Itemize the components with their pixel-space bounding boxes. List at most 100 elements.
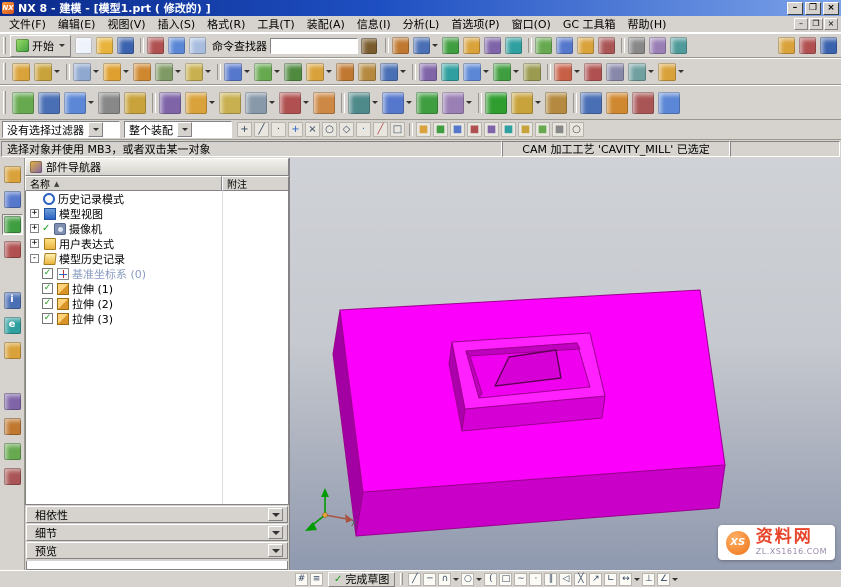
orient-view-icon[interactable] (380, 90, 414, 116)
fit-window-icon[interactable] (36, 90, 62, 116)
offset-curve-icon[interactable]: ∥ (543, 572, 558, 587)
fillet-icon[interactable]: ( (483, 572, 498, 587)
trim-body-icon[interactable] (378, 61, 408, 83)
rapid-dimension-icon[interactable]: ↔ (618, 572, 641, 587)
shaded-icon[interactable] (217, 90, 243, 116)
tree-item-extrude-2[interactable]: ✓ 拉伸 (2) (26, 296, 288, 311)
layout-icon[interactable] (440, 90, 474, 116)
sketch-in-task-icon[interactable] (32, 61, 62, 83)
object-display-icon[interactable] (596, 35, 617, 56)
new-file-icon[interactable] (73, 35, 94, 56)
window-cascade-icon[interactable] (411, 35, 440, 56)
display-part-icon[interactable] (440, 35, 461, 56)
constraint-navigator-icon[interactable] (2, 189, 23, 210)
control-point-icon[interactable]: + (287, 121, 304, 138)
suppress-checkbox[interactable]: ✓ (42, 283, 53, 294)
datum-plane-icon[interactable] (71, 61, 101, 83)
section-view-icon[interactable] (346, 90, 380, 116)
pattern-feature-icon[interactable] (222, 61, 252, 83)
shell-icon[interactable] (356, 61, 378, 83)
object-info-icon[interactable] (656, 90, 682, 116)
panel-dependencies[interactable]: 相依性 (26, 506, 288, 523)
collapse-chevron-icon[interactable] (268, 526, 283, 539)
column-header-note[interactable]: 附注 (222, 176, 289, 191)
expander-icon[interactable]: - (30, 254, 39, 263)
offset-surface-icon[interactable] (439, 61, 461, 83)
menu-gc-toolbox[interactable]: GC 工具箱 (557, 15, 622, 33)
save-icon[interactable] (115, 35, 136, 56)
profile-icon[interactable]: ╱ (407, 572, 422, 587)
body-rule-icon[interactable]: ■ (483, 121, 500, 138)
perspective-icon[interactable] (157, 90, 183, 116)
point-on-surface-icon[interactable]: □ (389, 121, 406, 138)
movie-record-icon[interactable] (797, 35, 818, 56)
draft-icon[interactable] (417, 61, 439, 83)
quick-extend-icon[interactable]: ↗ (588, 572, 603, 587)
menu-help[interactable]: 帮助(H) (622, 15, 673, 33)
assembly-constraints-icon[interactable] (578, 90, 604, 116)
menu-analysis[interactable]: 分析(L) (397, 15, 446, 33)
layer-settings-icon[interactable] (533, 35, 554, 56)
expander-icon[interactable]: + (30, 239, 39, 248)
child-window-button[interactable]: – (794, 18, 808, 30)
refresh-icon[interactable] (10, 90, 36, 116)
face-analysis-icon[interactable] (311, 90, 337, 116)
suppress-checkbox[interactable]: ✓ (42, 298, 53, 309)
feature-rule-icon[interactable]: ■ (517, 121, 534, 138)
pan-icon[interactable] (96, 90, 122, 116)
suppress-checkbox[interactable]: ✓ (42, 313, 53, 324)
hd3d-tool-icon[interactable]: i (2, 290, 23, 311)
graphics-viewport[interactable]: X XS 资料网 ZL.XS1616.COM (290, 158, 841, 570)
tree-item-cameras[interactable]: + ✓ 摄像机 (26, 221, 288, 236)
reuse-library-icon[interactable] (2, 239, 23, 260)
replace-face-icon[interactable] (604, 61, 626, 83)
tree-item-model-views[interactable]: + 模型视图 (26, 206, 288, 221)
roles-icon[interactable] (2, 441, 23, 462)
process-studio-icon[interactable] (2, 391, 23, 412)
view-in-layer-icon[interactable] (554, 35, 575, 56)
change-window-icon[interactable] (482, 35, 503, 56)
measure-distance-icon[interactable] (509, 90, 543, 116)
wcs-dynamics-icon[interactable] (575, 35, 596, 56)
maximize-button[interactable]: ❐ (805, 2, 821, 15)
new-window-icon[interactable] (503, 35, 524, 56)
point-on-curve-icon[interactable]: ╱ (372, 121, 389, 138)
part-navigator-icon[interactable] (2, 214, 23, 235)
selection-filter-dropdown[interactable]: 没有选择过滤器 (2, 121, 120, 138)
menu-format[interactable]: 格式(R) (201, 15, 251, 33)
sketch-grid-icon[interactable]: # (294, 572, 309, 587)
show-constraints-icon[interactable]: ∠ (656, 572, 679, 587)
interpart-link-icon[interactable] (668, 35, 689, 56)
menu-window[interactable]: 窗口(O) (506, 15, 557, 33)
mid-point-icon[interactable]: · (270, 121, 287, 138)
finish-sketch-button[interactable]: ✓ 完成草图 (328, 572, 395, 587)
tree-item-datum-csys[interactable]: ✓ 基准坐标系 (0) (26, 266, 288, 281)
geometric-constraints-icon[interactable]: ⊥ (641, 572, 656, 587)
chevron-down-icon[interactable] (177, 122, 192, 137)
snapshot-icon[interactable] (414, 90, 440, 116)
block-icon[interactable] (183, 61, 213, 83)
sketch-icon[interactable] (10, 61, 32, 83)
system-scenes-icon[interactable] (2, 466, 23, 487)
resize-face-icon[interactable] (626, 61, 656, 83)
move-component-icon[interactable] (604, 90, 630, 116)
graphics-window[interactable]: X (290, 158, 841, 570)
column-header-name[interactable]: 名称 ▲ (25, 176, 222, 191)
immediate-hide-icon[interactable] (647, 35, 668, 56)
chamfer-icon[interactable] (334, 61, 356, 83)
menu-insert[interactable]: 插入(S) (152, 15, 202, 33)
subtract-icon[interactable] (282, 61, 304, 83)
suppress-checkbox[interactable]: ✓ (42, 268, 53, 279)
collapse-chevron-icon[interactable] (268, 508, 283, 521)
touch-mode-icon[interactable] (390, 35, 411, 56)
menu-file[interactable]: 文件(F) (3, 15, 52, 33)
menu-view[interactable]: 视图(V) (101, 15, 151, 33)
apply-check-icon[interactable] (483, 90, 509, 116)
close-button[interactable]: × (823, 2, 839, 15)
wireframe-icon[interactable] (243, 90, 277, 116)
existing-point-icon[interactable]: · (355, 121, 372, 138)
studio-spline-icon[interactable]: ~ (513, 572, 528, 587)
plot-icon[interactable] (145, 35, 166, 56)
toolbar-handle[interactable] (3, 91, 6, 114)
tree-item-extrude-3[interactable]: ✓ 拉伸 (3) (26, 311, 288, 326)
